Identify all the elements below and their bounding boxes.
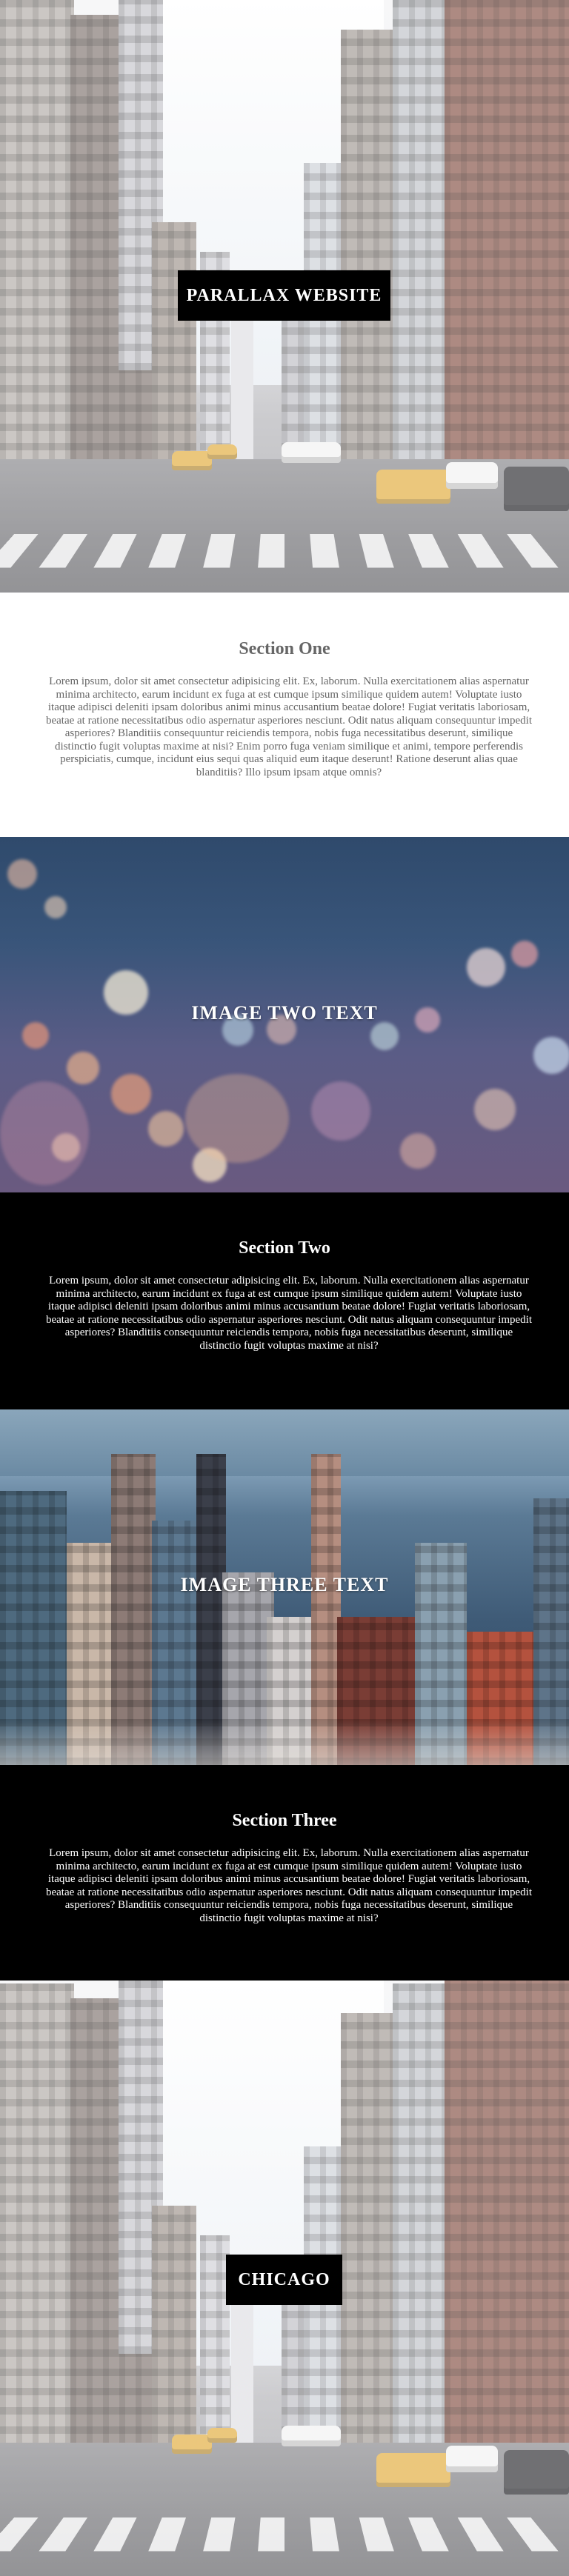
section-three-heading: Section Three: [232, 1811, 337, 1830]
section-one: Section One Lorem ipsum, dolor sit amet …: [0, 593, 569, 837]
image-two-text: Image Two Text: [191, 1002, 378, 1024]
bokeh-light: [467, 948, 505, 987]
city-foreground: [0, 1721, 569, 1765]
bokeh-light: [44, 896, 67, 918]
image-two-bokeh: Image Two Text: [0, 837, 569, 1192]
section-two: Section Two Lorem ipsum, dolor sit amet …: [0, 1192, 569, 1409]
image-three-city: Image Three Text: [0, 1409, 569, 1765]
skyscraper: [196, 1454, 226, 1765]
bokeh-light: [370, 1022, 399, 1050]
skyscraper: [111, 1454, 156, 1765]
section-two-heading: Section Two: [239, 1238, 330, 1258]
section-two-body: Lorem ipsum, dolor sit amet consectetur …: [45, 1275, 533, 1352]
hero-image-street: Parallax Website: [0, 0, 569, 593]
bokeh-light: [7, 859, 37, 889]
bokeh-light: [67, 1052, 99, 1084]
section-three: Section Three Lorem ipsum, dolor sit ame…: [0, 1765, 569, 1981]
bokeh-light: [111, 1074, 151, 1114]
bokeh-light: [533, 1037, 569, 1074]
bokeh-light: [185, 1074, 289, 1163]
hero-title: Parallax Website: [186, 285, 382, 305]
section-one-body: Lorem ipsum, dolor sit amet consectetur …: [45, 675, 533, 778]
bokeh-light: [0, 1081, 89, 1185]
bokeh-light: [474, 1089, 516, 1130]
footer-title: Chicago: [238, 2269, 330, 2289]
bokeh-light: [22, 1022, 49, 1049]
section-one-heading: Section One: [239, 639, 330, 658]
skyscraper: [311, 1454, 341, 1765]
image-three-text: Image Three Text: [180, 1574, 389, 1595]
bokeh-light: [511, 941, 538, 967]
bokeh-light: [311, 1081, 370, 1141]
lake: [0, 1409, 569, 1476]
hero-title-box: Parallax Website: [178, 270, 390, 321]
footer-image-street: Chicago: [0, 1981, 569, 2576]
section-three-body: Lorem ipsum, dolor sit amet consectetur …: [45, 1847, 533, 1924]
bokeh-light: [400, 1133, 436, 1169]
bokeh-light: [148, 1111, 184, 1147]
footer-title-box: Chicago: [226, 2255, 342, 2305]
